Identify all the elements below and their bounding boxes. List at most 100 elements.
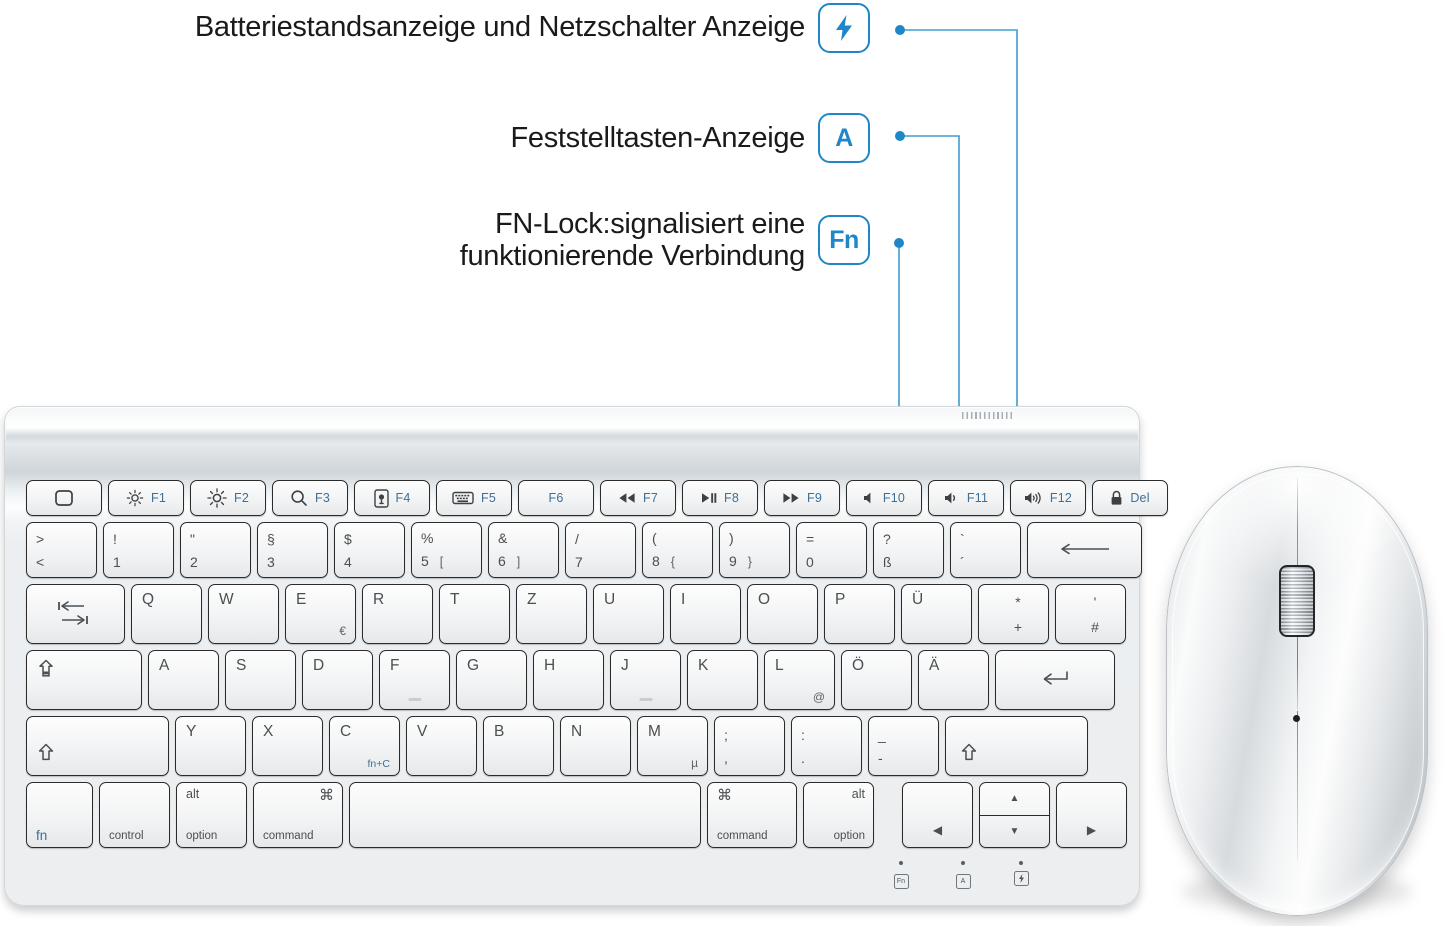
- function-key-row: F1 F2 F3 F4 F5 F6 F7 F8 F9 F10 F11 F12 D…: [26, 480, 1168, 516]
- key-arrow-down[interactable]: ▼: [980, 816, 1049, 848]
- key-f12-volume-up[interactable]: F12: [1010, 480, 1086, 516]
- key-command-right[interactable]: ⌘ command: [707, 782, 797, 848]
- key-acute-grave[interactable]: ` ´: [950, 522, 1021, 578]
- key-f8-play-pause[interactable]: F8: [682, 480, 758, 516]
- key-return[interactable]: [995, 650, 1115, 710]
- key-option-left[interactable]: alt option: [176, 782, 247, 848]
- mouse-dpi-button[interactable]: [1293, 715, 1300, 722]
- key-uumlaut[interactable]: Ü: [901, 584, 972, 644]
- key-hash-apostrophe[interactable]: ' #: [1055, 584, 1126, 644]
- key-legend-top: §: [267, 530, 275, 547]
- key-hyphen-underscore[interactable]: _ -: [868, 716, 939, 776]
- key-7[interactable]: / 7: [565, 522, 636, 578]
- key-backspace[interactable]: [1027, 522, 1142, 578]
- key-9[interactable]: ) 9}: [719, 522, 790, 578]
- key-tab[interactable]: [26, 584, 125, 644]
- key-shift-right[interactable]: [945, 716, 1088, 776]
- key-1[interactable]: ! 1: [103, 522, 174, 578]
- key-8[interactable]: ( 8 {: [642, 522, 713, 578]
- key-f[interactable]: F: [379, 650, 450, 710]
- key-screen[interactable]: [26, 480, 102, 516]
- key-f6[interactable]: F6: [518, 480, 594, 516]
- key-a[interactable]: A: [148, 650, 219, 710]
- key-f8-label: F8: [724, 491, 739, 505]
- key-shift-left[interactable]: [26, 716, 169, 776]
- key-r[interactable]: R: [362, 584, 433, 644]
- key-f4-dictation[interactable]: F4: [354, 480, 430, 516]
- key-l[interactable]: L @: [764, 650, 835, 710]
- key-less-greater[interactable]: > <: [26, 522, 97, 578]
- led-dot: [899, 861, 903, 865]
- key-f5-keyboard-backlight[interactable]: F5: [436, 480, 512, 516]
- key-2[interactable]: " 2: [180, 522, 251, 578]
- mouse-scroll-wheel[interactable]: [1279, 565, 1315, 637]
- key-g[interactable]: G: [456, 650, 527, 710]
- key-f7-label: F7: [643, 491, 658, 505]
- key-arrow-updown[interactable]: ▲ ▼: [979, 782, 1050, 848]
- key-b[interactable]: B: [483, 716, 554, 776]
- key-m[interactable]: Mµ: [637, 716, 708, 776]
- key-4[interactable]: $ 4: [334, 522, 405, 578]
- key-comma-semicolon[interactable]: ; ,: [714, 716, 785, 776]
- key-arrow-right[interactable]: ▶: [1056, 782, 1127, 848]
- key-legend: Z: [527, 591, 537, 608]
- screen-icon: [53, 489, 75, 507]
- key-capslock[interactable]: [26, 650, 142, 710]
- key-d[interactable]: D: [302, 650, 373, 710]
- key-u[interactable]: U: [593, 584, 664, 644]
- key-command-left[interactable]: ⌘ command: [253, 782, 343, 848]
- key-f2-brightness-up[interactable]: F2: [190, 480, 266, 516]
- key-z[interactable]: Z: [516, 584, 587, 644]
- key-aumlaut[interactable]: Ä: [918, 650, 989, 710]
- key-space[interactable]: [349, 782, 701, 848]
- key-legend: L: [775, 657, 784, 674]
- key-plus-asterisk[interactable]: * +: [978, 584, 1049, 644]
- key-fn[interactable]: fn: [26, 782, 93, 848]
- key-control[interactable]: control: [99, 782, 170, 848]
- key-del-lock[interactable]: Del: [1092, 480, 1168, 516]
- key-j[interactable]: J: [610, 650, 681, 710]
- modifier-key-row: fn control alt option ⌘ command ⌘ comman…: [26, 782, 1127, 848]
- key-i[interactable]: I: [670, 584, 741, 644]
- key-w[interactable]: W: [208, 584, 279, 644]
- key-f11-volume-down[interactable]: F11: [928, 480, 1004, 516]
- key-5[interactable]: % 5 [: [411, 522, 482, 578]
- key-option-right[interactable]: alt option: [803, 782, 874, 848]
- key-legend-top: &: [498, 530, 508, 547]
- key-legend-bottom: .: [801, 749, 805, 766]
- key-v[interactable]: V: [406, 716, 477, 776]
- mouse-lower-seam-line: [1297, 711, 1299, 861]
- key-p[interactable]: P: [824, 584, 895, 644]
- key-f7-rewind[interactable]: F7: [600, 480, 676, 516]
- key-period-colon[interactable]: : .: [791, 716, 862, 776]
- key-arrow-up[interactable]: ▲: [980, 783, 1049, 816]
- key-legend: Ö: [852, 657, 865, 674]
- key-s[interactable]: S: [225, 650, 296, 710]
- key-legend-bottom: 4: [344, 553, 352, 570]
- key-3[interactable]: § 3: [257, 522, 328, 578]
- key-f10-mute[interactable]: F10: [846, 480, 922, 516]
- key-eszett[interactable]: ? ß: [873, 522, 944, 578]
- key-f9-fast-forward[interactable]: F9: [764, 480, 840, 516]
- key-legend-top: (: [652, 530, 657, 547]
- key-q[interactable]: Q: [131, 584, 202, 644]
- key-o[interactable]: O: [747, 584, 818, 644]
- key-e[interactable]: E €: [285, 584, 356, 644]
- mute-icon: [863, 491, 876, 505]
- key-command-label: command: [717, 829, 768, 842]
- key-f3-search[interactable]: F3: [272, 480, 348, 516]
- key-arrow-left[interactable]: ◀: [902, 782, 973, 848]
- key-f1-brightness-down[interactable]: F1: [108, 480, 184, 516]
- key-0[interactable]: = 0: [796, 522, 867, 578]
- key-n[interactable]: N: [560, 716, 631, 776]
- key-legend-top: $: [344, 530, 352, 547]
- key-oumlaut[interactable]: Ö: [841, 650, 912, 710]
- key-k[interactable]: K: [687, 650, 758, 710]
- key-y[interactable]: Y: [175, 716, 246, 776]
- key-t[interactable]: T: [439, 584, 510, 644]
- key-6[interactable]: & 6]: [488, 522, 559, 578]
- key-x[interactable]: X: [252, 716, 323, 776]
- key-h[interactable]: H: [533, 650, 604, 710]
- key-c[interactable]: Cfn+C: [329, 716, 400, 776]
- key-f5-label: F5: [481, 491, 496, 505]
